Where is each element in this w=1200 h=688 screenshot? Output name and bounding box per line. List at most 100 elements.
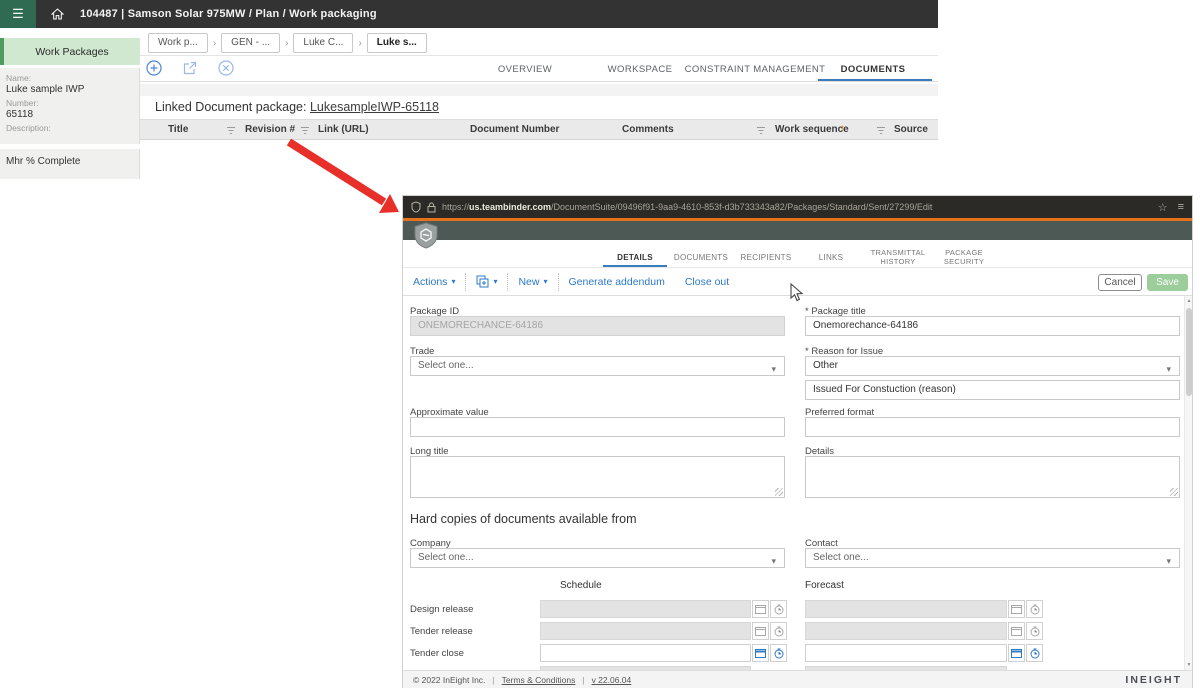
tab-recipients[interactable]: RECIPIENTS <box>740 253 791 262</box>
scrollbar[interactable]: ▲ ▼ <box>1184 296 1192 670</box>
generate-addendum-button[interactable]: Generate addendum <box>559 276 675 288</box>
chevron-down-icon: ▾ <box>771 552 776 570</box>
tab-package-security[interactable]: PACKAGE SECURITY <box>924 248 1004 267</box>
home-button[interactable] <box>42 0 72 28</box>
hamburger-icon: ☰ <box>12 6 24 22</box>
package-title-field[interactable]: Onemorechance-64186 <box>805 316 1180 336</box>
tender-release-forecast-date <box>805 622 1007 640</box>
clock-icon[interactable] <box>1026 644 1043 662</box>
tender-release-label: Tender release <box>410 626 473 637</box>
save-button[interactable]: Save <box>1147 274 1188 291</box>
linked-document-link[interactable]: LukesampleIWP-65118 <box>310 100 439 114</box>
version-link[interactable]: v 22.06.04 <box>592 675 632 685</box>
column-header-link-url[interactable]: Link (URL) <box>318 124 369 135</box>
breadcrumb-item-current[interactable]: Luke s... <box>367 33 427 53</box>
forecast-column-header: Forecast <box>805 580 844 591</box>
preferred-format-field[interactable] <box>805 417 1180 437</box>
content-strip <box>140 84 938 96</box>
contact-select[interactable]: Select one... ▾ <box>805 548 1180 568</box>
cancel-button[interactable]: Cancel <box>1098 274 1142 291</box>
calendar-icon[interactable] <box>752 644 769 662</box>
teambinder-browser-window: https://us.teambinder.com/DocumentSuite/… <box>403 196 1192 688</box>
sort-ascending-icon[interactable]: ↑ <box>840 123 845 134</box>
teambinder-footer: © 2022 InEight Inc. | Terms & Conditions… <box>403 670 1192 688</box>
company-select[interactable]: Select one... ▾ <box>410 548 785 568</box>
approximate-value-field[interactable] <box>410 417 785 437</box>
long-title-textarea[interactable] <box>410 456 785 498</box>
reason-detail-field[interactable]: Issued For Constuction (reason) <box>805 380 1180 400</box>
hamburger-menu-button[interactable]: ☰ <box>0 0 36 28</box>
tab-constraint-management[interactable]: CONSTRAINT MANAGEMENT <box>685 64 826 75</box>
actions-menu-button[interactable]: Actions ▾ <box>403 276 465 288</box>
column-header-source[interactable]: Source <box>894 124 928 135</box>
url-text[interactable]: https://us.teambinder.com/DocumentSuite/… <box>442 202 1158 212</box>
browser-menu-icon[interactable]: ≡ <box>1178 201 1184 213</box>
screen: ☰ 104487 | Samson Solar 975MW / Plan / W… <box>0 0 1200 688</box>
name-label: Name: <box>6 73 133 84</box>
filter-icon[interactable] <box>876 126 886 135</box>
tab-workspace[interactable]: WORKSPACE <box>608 64 673 75</box>
schedule-column-header: Schedule <box>560 580 602 591</box>
filter-icon[interactable] <box>756 126 766 135</box>
chevron-down-icon: ▾ <box>493 277 497 286</box>
filter-icon[interactable] <box>300 126 310 135</box>
breadcrumb-separator: › <box>358 38 361 49</box>
scroll-up-icon[interactable]: ▲ <box>1185 298 1193 304</box>
browser-shield-icon[interactable] <box>411 201 421 213</box>
package-tabs: DETAILS DOCUMENTS RECIPIENTS LINKS TRANS… <box>403 240 1192 268</box>
breadcrumb-item-2[interactable]: GEN - ... <box>221 33 280 53</box>
app-title: 104487 | Samson Solar 975MW / Plan / Wor… <box>80 8 377 20</box>
tab-overview[interactable]: OVERVIEW <box>498 64 552 75</box>
ineight-logo: INEIGHT <box>1125 674 1182 686</box>
trade-select[interactable]: Select one... ▾ <box>410 356 785 376</box>
filter-icon[interactable] <box>226 126 236 135</box>
tab-documents[interactable]: DOCUMENTS <box>674 253 728 262</box>
copyright-text: © 2022 InEight Inc. <box>413 675 485 685</box>
tender-close-schedule-date[interactable] <box>540 644 751 662</box>
calendar-icon <box>752 622 769 640</box>
resize-grip-icon[interactable] <box>1170 488 1178 496</box>
package-toolbar: Actions ▾ ▾ New ▾ Generate addendum Clos… <box>403 268 1192 296</box>
close-out-button[interactable]: Close out <box>675 276 739 288</box>
clock-icon <box>1026 622 1043 640</box>
tender-release-schedule-date <box>540 622 751 640</box>
breadcrumb-item-1[interactable]: Work p... <box>148 33 208 53</box>
tab-documents[interactable]: DOCUMENTS <box>841 64 906 75</box>
breadcrumb-item-3[interactable]: Luke C... <box>293 33 353 53</box>
lock-icon[interactable] <box>427 202 436 213</box>
tab-links[interactable]: LINKS <box>819 253 844 262</box>
calendar-icon <box>1008 600 1025 618</box>
calendar-icon[interactable] <box>1008 644 1025 662</box>
add-icon[interactable] <box>146 60 162 76</box>
column-header-work-sequence[interactable]: Work sequence <box>775 124 849 135</box>
contact-value: Select one... <box>813 552 869 563</box>
scrollbar-thumb[interactable] <box>1186 308 1192 396</box>
column-header-document-number[interactable]: Document Number <box>470 124 559 135</box>
new-menu-button[interactable]: New ▾ <box>508 276 557 288</box>
sidebar-info-panel: Name: Luke sample IWP Number: 65118 Desc… <box>0 68 140 144</box>
terms-link[interactable]: Terms & Conditions <box>502 675 576 685</box>
clock-icon[interactable] <box>770 644 787 662</box>
resize-grip-icon[interactable] <box>775 488 783 496</box>
column-header-title[interactable]: Title <box>168 124 188 135</box>
copy-menu-button[interactable]: ▾ <box>466 275 507 288</box>
chevron-down-icon: ▾ <box>1166 552 1171 570</box>
url-prefix: https:// <box>442 202 469 212</box>
details-textarea[interactable] <box>805 456 1180 498</box>
edit-export-icon[interactable] <box>182 60 198 76</box>
cancel-circle-icon[interactable] <box>218 60 234 76</box>
tab-details[interactable]: DETAILS <box>617 253 653 262</box>
sidebar-item-work-packages[interactable]: Work Packages <box>0 38 140 65</box>
bookmark-star-icon[interactable]: ☆ <box>1158 201 1168 214</box>
mhr-complete-label: Mhr % Complete <box>6 156 80 167</box>
scroll-down-icon[interactable]: ▼ <box>1185 662 1193 668</box>
linked-document-line: Linked Document package: LukesampleIWP-6… <box>155 100 439 114</box>
browser-url-bar[interactable]: https://us.teambinder.com/DocumentSuite/… <box>403 196 1192 218</box>
column-header-revision[interactable]: Revision # <box>245 124 295 135</box>
tender-close-forecast-date[interactable] <box>805 644 1007 662</box>
reason-for-issue-select[interactable]: Other ▾ <box>805 356 1180 376</box>
column-header-comments[interactable]: Comments <box>622 124 674 135</box>
actions-label: Actions <box>413 276 447 288</box>
breadcrumb-separator: › <box>213 38 216 49</box>
breadcrumb: Work p... › GEN - ... › Luke C... › Luke… <box>148 33 427 53</box>
